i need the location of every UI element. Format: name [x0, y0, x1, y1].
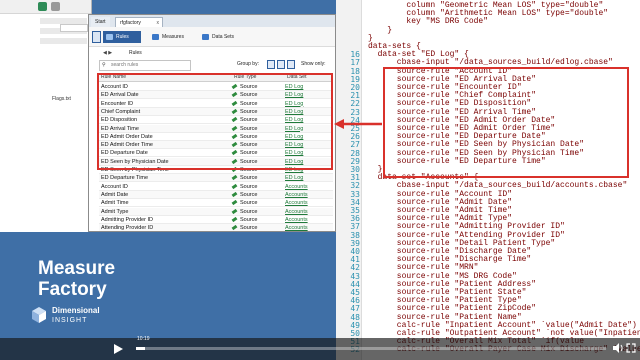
- data-set-link[interactable]: Accounts: [285, 199, 308, 207]
- line-number-gutter: 16 17 18 19 20 21 22 23 24 25 26 27 28 29 30 31 32 33 34 35…: [336, 0, 362, 360]
- section-title: Rules: [129, 50, 142, 56]
- rule-type-cell: Source: [231, 174, 258, 182]
- progress-bar[interactable]: [136, 347, 606, 350]
- measures-icon: [152, 34, 159, 40]
- file-label: Flags.txt: [52, 96, 71, 102]
- rule-type-cell: Source: [231, 208, 258, 216]
- group-by-data-set-icon[interactable]: [277, 60, 285, 69]
- code-editor[interactable]: 16 17 18 19 20 21 22 23 24 25 26 27 28 29 30 31 32 33 34 35…: [336, 0, 640, 360]
- highlight-box-rules-list: [97, 73, 333, 170]
- rule-name-cell: Account ID: [101, 183, 128, 190]
- company-name-line1: Dimensional: [52, 306, 100, 315]
- measures-button[interactable]: Measures: [149, 31, 193, 43]
- company-name-line2: INSIGHT: [52, 317, 88, 324]
- rule-type-text: Source: [240, 183, 258, 190]
- rule-name-cell: Attending Provider ID: [101, 225, 154, 232]
- source-rule-icon: [231, 200, 238, 206]
- tab-start[interactable]: Start: [91, 17, 110, 27]
- source-rule-icon: [231, 216, 238, 222]
- rule-type-text: Source: [240, 208, 258, 215]
- product-title: Measure Factory: [38, 258, 115, 300]
- rule-type-cell: Source: [231, 183, 258, 191]
- rule-type-cell: Source: [231, 199, 258, 207]
- tab-label: rfgfactory: [120, 20, 141, 26]
- table-row[interactable]: ED Departure Time Source ED Log: [99, 174, 333, 183]
- rule-type-text: Source: [240, 216, 258, 223]
- table-row[interactable]: Admit Date Source Accounts: [99, 190, 333, 199]
- highlight-box-code: [383, 67, 629, 178]
- data-set-link[interactable]: Accounts: [285, 224, 308, 231]
- data-sets-label: Data Sets: [212, 34, 234, 40]
- rule-type-cell: Source: [231, 216, 258, 224]
- measures-label: Measures: [162, 34, 184, 40]
- rule-type-text: Source: [240, 200, 258, 207]
- tab-bar: Start rfgfactory x: [89, 15, 335, 27]
- table-row[interactable]: Admit Type Source Accounts: [99, 207, 333, 216]
- data-set-link[interactable]: Accounts: [285, 216, 308, 224]
- search-input[interactable]: ⚲ search rules: [99, 60, 191, 71]
- rule-type-cell: Source: [231, 191, 258, 199]
- rule-name-cell: ED Departure Time: [101, 175, 149, 182]
- data-sets-button[interactable]: Data Sets: [199, 31, 245, 43]
- rule-type-text: Source: [240, 225, 258, 232]
- group-by-label: Group by:: [237, 61, 259, 67]
- navigation-pane-icon[interactable]: [92, 31, 101, 43]
- play-icon[interactable]: [112, 343, 124, 355]
- dimensional-insight-logo-icon: [32, 307, 46, 323]
- background-search-input[interactable]: [60, 24, 88, 32]
- rules-label: Rules: [116, 34, 129, 40]
- group-by-none-icon[interactable]: [287, 60, 295, 69]
- time-label: 10:19: [137, 336, 150, 342]
- data-set-link[interactable]: Accounts: [285, 191, 308, 199]
- rule-name-cell: Admit Date: [101, 191, 129, 198]
- rules-icon: [106, 34, 113, 40]
- group-by-rule-type-icon[interactable]: [267, 60, 275, 69]
- background-toolbar: [0, 0, 91, 14]
- table-row[interactable]: Admitting Provider ID Source Accounts: [99, 216, 333, 224]
- fullscreen-icon[interactable]: [626, 343, 636, 353]
- product-title-line1: Measure: [38, 258, 116, 279]
- source-rule-icon: [231, 183, 238, 189]
- table-row[interactable]: Attending Provider ID Source Accounts: [99, 224, 333, 232]
- rule-name-cell: Admit Type: [101, 208, 129, 215]
- data-set-link[interactable]: ED Log: [285, 174, 303, 182]
- table-row[interactable]: Account ID Source Accounts: [99, 183, 333, 191]
- rules-button[interactable]: Rules: [103, 31, 141, 43]
- settings-icon[interactable]: [51, 2, 60, 11]
- rule-name-cell: Admit Time: [101, 200, 129, 207]
- source-rule-icon: [231, 208, 238, 214]
- tab-rfgfactory[interactable]: rfgfactory x: [115, 17, 163, 27]
- data-set-link[interactable]: Accounts: [285, 208, 308, 216]
- rule-type-text: Source: [240, 191, 258, 198]
- rule-name-cell: Admitting Provider ID: [101, 216, 153, 223]
- filter-bar: ⚲ search rules Group by: Show only:: [89, 59, 335, 73]
- data-sets-icon: [202, 34, 209, 40]
- action-bar: Rules Measures Data Sets: [89, 27, 335, 47]
- rule-type-cell: Source: [231, 224, 258, 232]
- search-icon: ⚲: [102, 62, 106, 68]
- source-rule-icon: [231, 191, 238, 198]
- rule-type-text: Source: [240, 175, 258, 182]
- show-only-label: Show only:: [301, 61, 326, 67]
- data-set-link[interactable]: Accounts: [285, 183, 308, 191]
- source-rule-icon: [231, 175, 238, 181]
- desktop-area: Flags.txt Start rfgfactory x Rules Measu…: [0, 0, 336, 360]
- source-rule-icon: [231, 224, 238, 231]
- background-window: Flags.txt: [0, 0, 92, 232]
- search-placeholder: search rules: [111, 62, 139, 68]
- table-row[interactable]: Admit Time Source Accounts: [99, 199, 333, 208]
- product-title-line2: Factory: [38, 279, 107, 300]
- progress-fill: [136, 347, 146, 350]
- arrow-left-icon: [334, 119, 382, 129]
- nav-arrows-icon[interactable]: ◀ ▶: [103, 48, 112, 58]
- brand-block: Measure Factory Dimensional INSIGHT: [0, 258, 130, 338]
- rules-section-header: ◀ ▶ Rules: [89, 48, 335, 58]
- green-status-icon: [38, 2, 47, 11]
- volume-icon[interactable]: [612, 342, 624, 354]
